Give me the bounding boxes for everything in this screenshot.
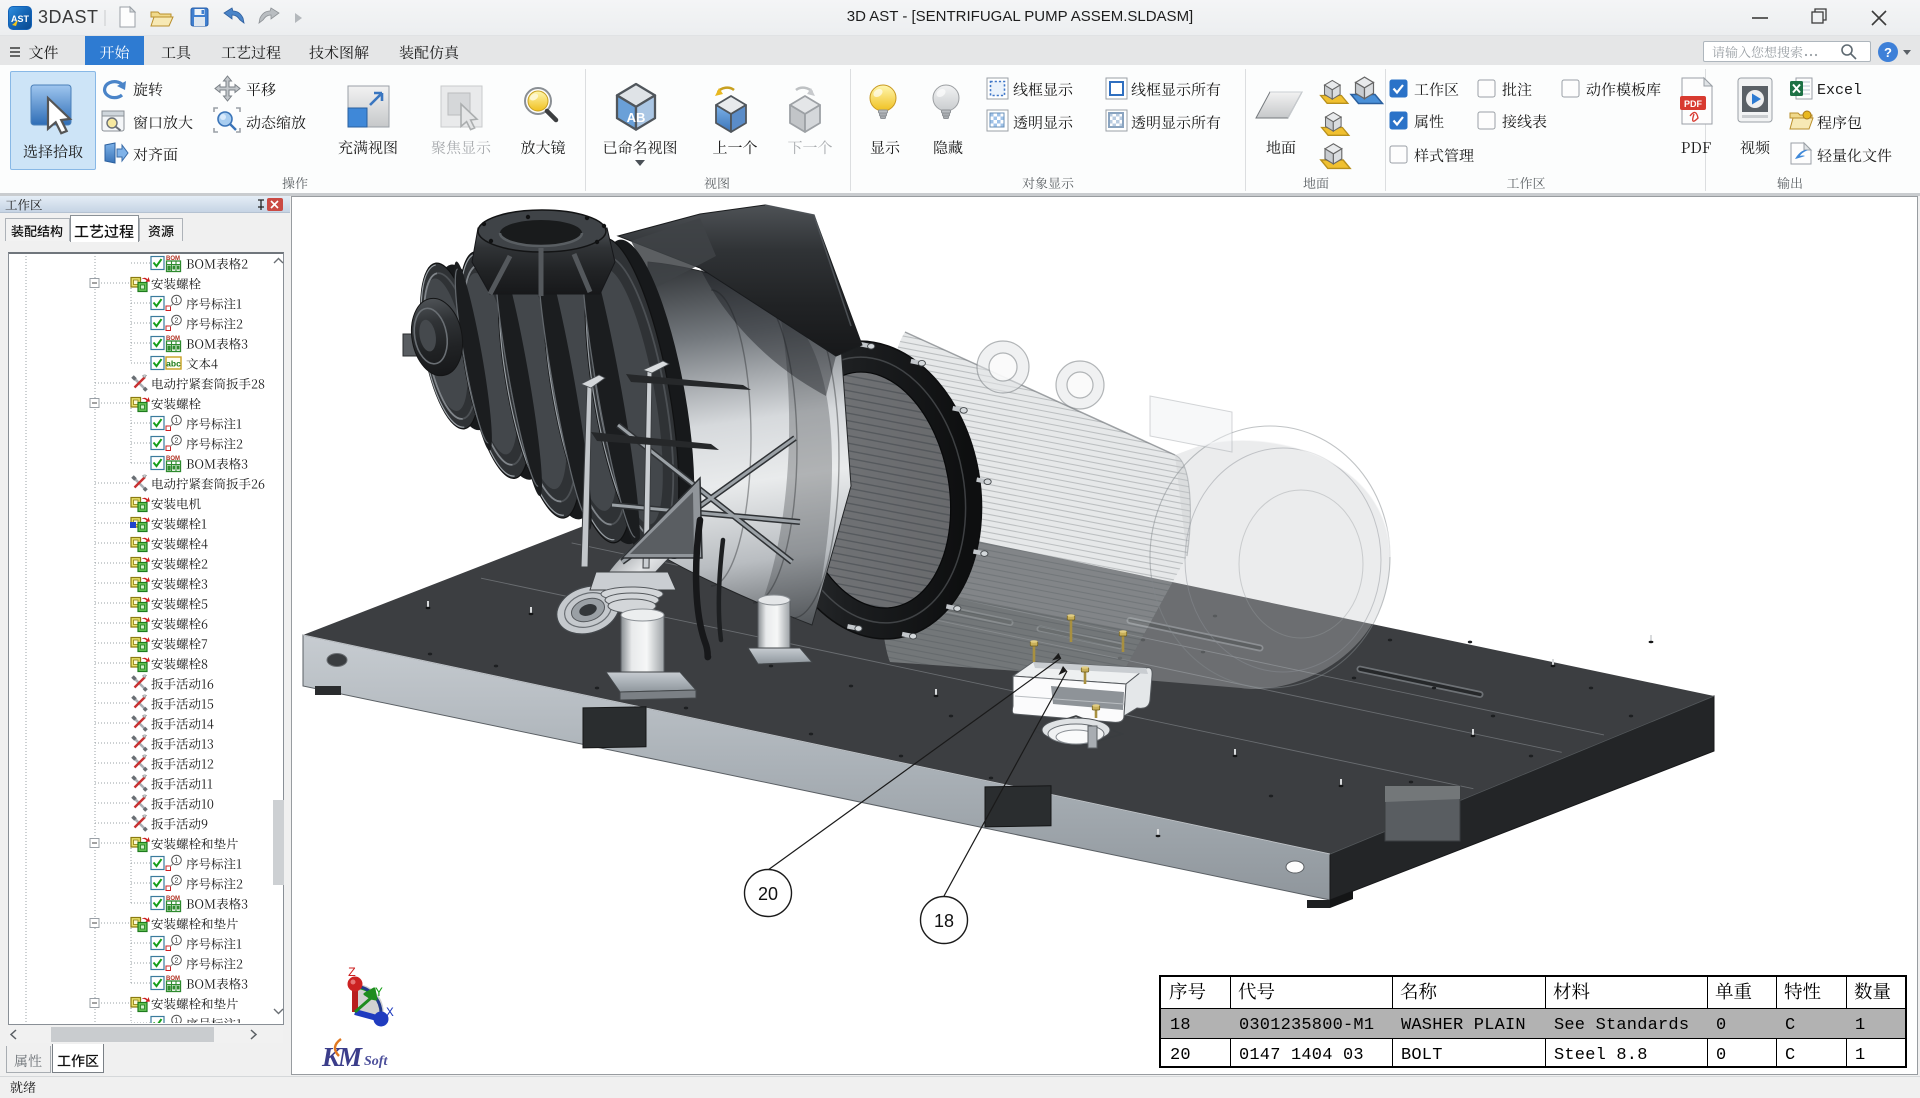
svg-text:1: 1 [175,857,179,864]
svg-text:abc: abc [166,359,181,369]
svg-text:1: 1 [175,1017,179,1024]
svg-text:1: 1 [175,297,179,304]
svg-text:PDF: PDF [1684,99,1703,109]
svg-text:2: 2 [175,317,179,324]
svg-text:1: 1 [175,417,179,424]
svg-text:1: 1 [175,937,179,944]
svg-text:?: ? [1884,45,1892,60]
svg-text:2: 2 [175,957,179,964]
svg-text:2: 2 [175,877,179,884]
svg-text:AB: AB [627,110,646,125]
svg-text:2: 2 [175,437,179,444]
svg-text:AST: AST [11,14,30,24]
